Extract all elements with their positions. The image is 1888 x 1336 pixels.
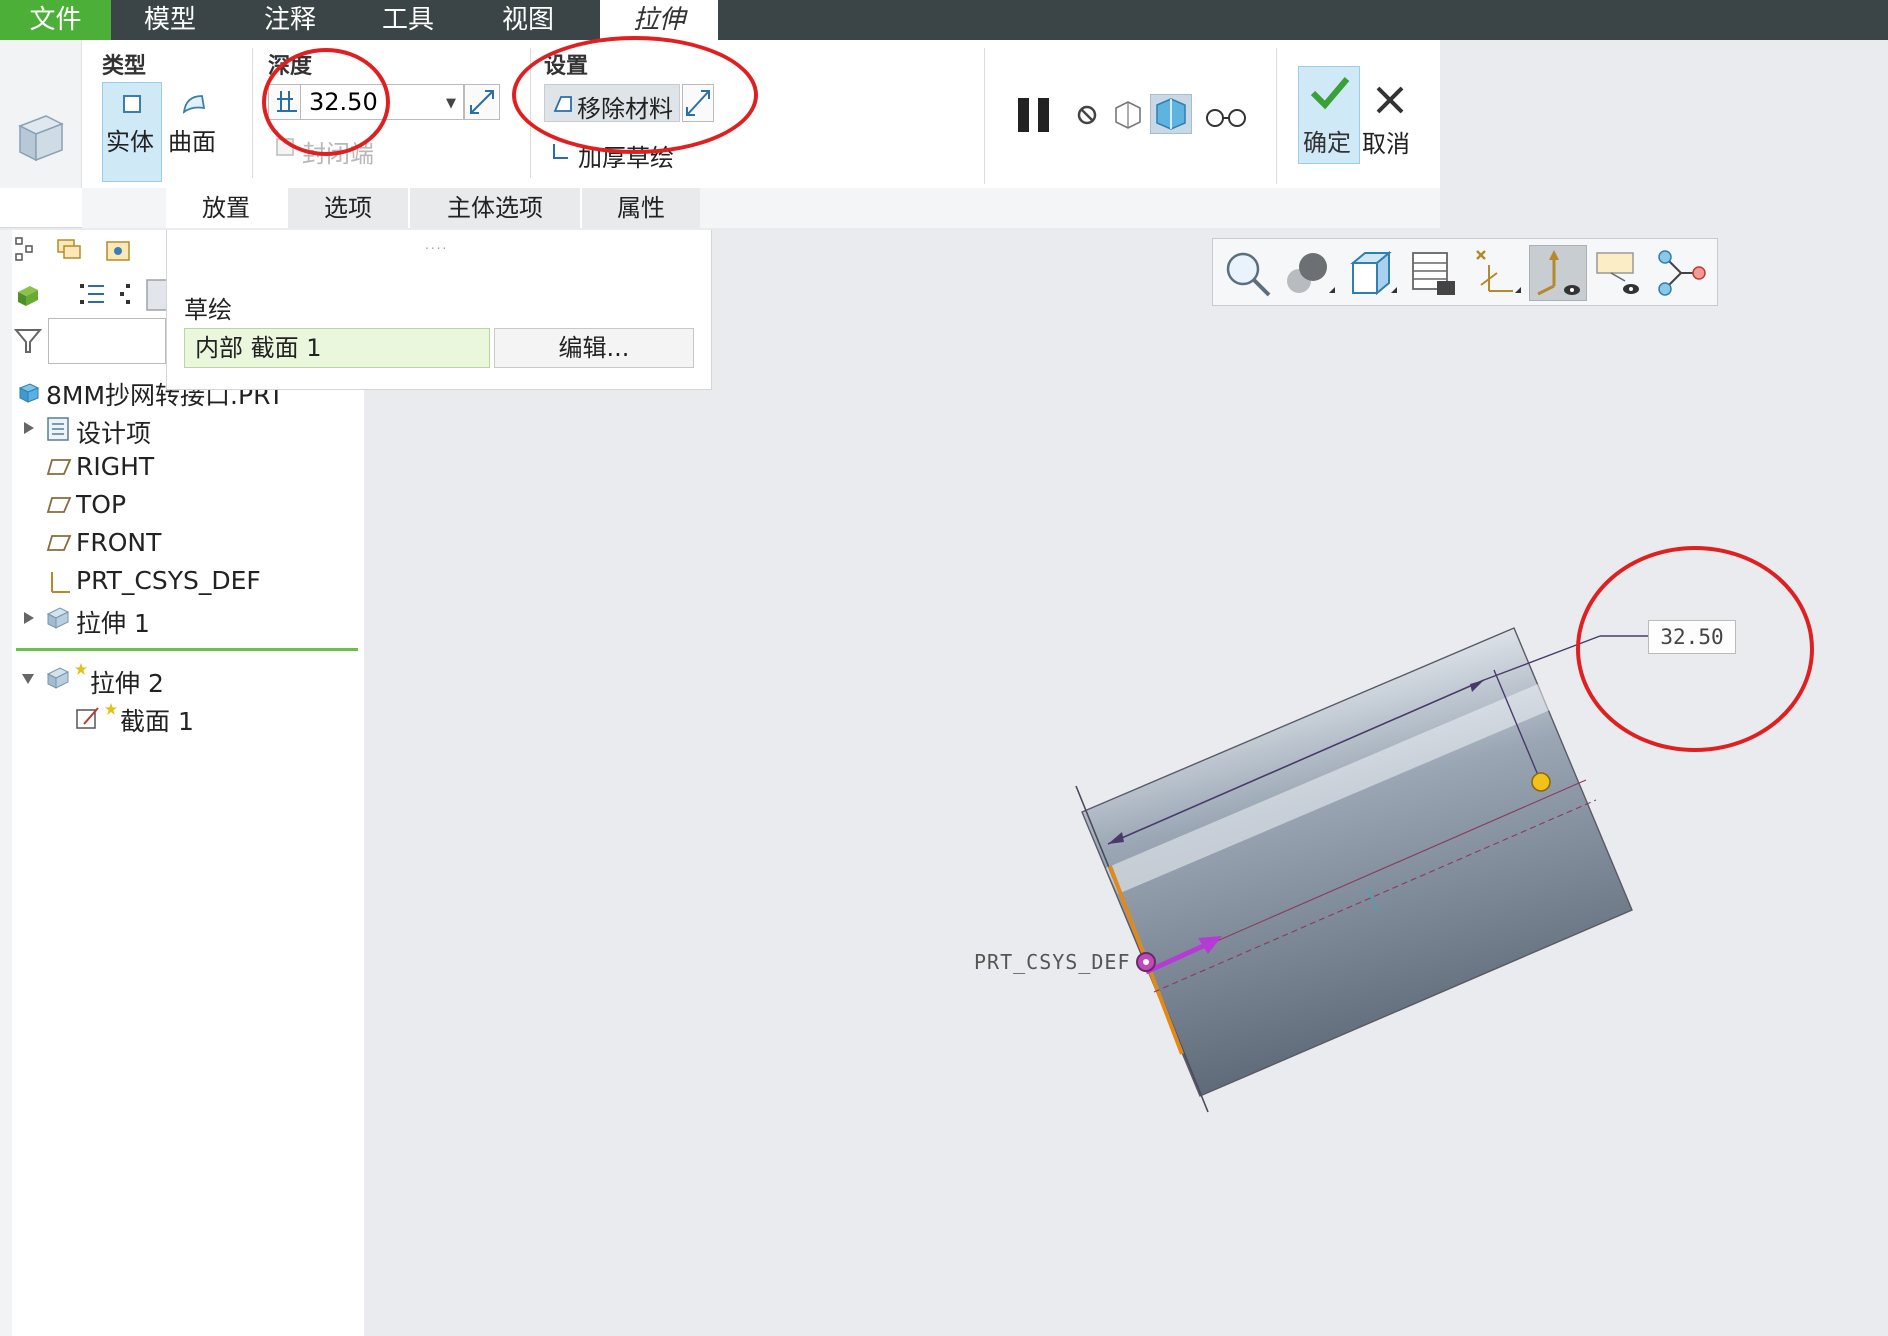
extrude-feature-icon xyxy=(18,115,64,162)
tree-item-right[interactable]: RIGHT xyxy=(76,452,154,481)
annotation-circle xyxy=(262,48,390,156)
saved-views-button[interactable] xyxy=(1343,245,1401,301)
tab-properties[interactable]: 属性 xyxy=(580,188,700,228)
pause-icon[interactable] xyxy=(1016,96,1054,134)
extrude-icon xyxy=(46,607,70,629)
menu-tab-model[interactable]: 模型 xyxy=(118,0,222,40)
shading-icon xyxy=(1287,253,1335,293)
type-group-title: 类型 xyxy=(102,54,147,79)
tree-item-csys[interactable]: PRT_CSYS_DEF xyxy=(76,566,261,595)
tree-item-design[interactable]: 设计项 xyxy=(76,414,151,450)
tab-body-options[interactable]: 主体选项 xyxy=(408,188,580,228)
view-manager-button[interactable] xyxy=(1405,245,1463,301)
tab-placement[interactable]: 放置 xyxy=(166,188,286,228)
geometry-preview-icon[interactable] xyxy=(1110,96,1146,132)
no-preview-icon[interactable] xyxy=(1074,102,1100,128)
model-preview[interactable] xyxy=(960,600,1660,1120)
datum-display-icon xyxy=(1476,250,1521,293)
insert-indicator[interactable] xyxy=(16,648,358,651)
flip-direction-icon xyxy=(470,90,494,114)
flip-depth-direction-button[interactable] xyxy=(464,84,500,120)
expand-arrow-icon[interactable] xyxy=(22,610,36,626)
datum-plane-icon xyxy=(46,497,72,513)
section-collector[interactable]: 内部 截面 1 xyxy=(184,328,490,368)
ok-label: 确定 xyxy=(1303,129,1351,157)
tree-item-extrude-1[interactable]: 拉伸 1 xyxy=(76,604,150,640)
part-icon xyxy=(18,383,40,403)
ok-button[interactable]: 确定 xyxy=(1298,66,1360,164)
expand-arrow-icon[interactable] xyxy=(22,420,36,436)
extrude-icon xyxy=(46,667,70,689)
ribbon-divider xyxy=(984,48,985,184)
menu-tab-extrude[interactable]: 拉伸 xyxy=(600,0,718,40)
show-icon[interactable] xyxy=(14,282,42,310)
surface-label: 曲面 xyxy=(168,128,216,156)
datum-plane-icon xyxy=(46,535,72,551)
sketch-icon xyxy=(76,707,99,729)
annotation-display-button[interactable] xyxy=(1529,245,1587,301)
ribbon-divider xyxy=(252,48,253,178)
annotation-visibility-icon xyxy=(1596,252,1639,294)
display-style-button[interactable] xyxy=(1281,245,1339,301)
spin-center-icon xyxy=(1658,250,1706,296)
datum-display-button[interactable] xyxy=(1467,245,1525,301)
panel-edge xyxy=(0,230,12,1336)
saved-view-cube-icon xyxy=(1350,250,1397,296)
glasses-icon[interactable] xyxy=(1204,102,1248,130)
datum-plane-icon xyxy=(46,459,72,475)
menu-tab-tools[interactable]: 工具 xyxy=(356,0,460,40)
new-feature-star-icon xyxy=(105,703,117,715)
verify-mode-icon xyxy=(1156,98,1186,130)
zoom-button[interactable] xyxy=(1219,245,1277,301)
csys-label: PRT_CSYS_DEF xyxy=(974,950,1131,974)
menu-tab-view[interactable]: 视图 xyxy=(476,0,580,40)
collapse-arrow-icon[interactable] xyxy=(20,672,36,686)
favorites-tab-icon[interactable] xyxy=(104,236,132,264)
graphics-toolbar xyxy=(1212,238,1718,306)
view-manager-icon xyxy=(1412,252,1455,295)
tree-columns-icon[interactable] xyxy=(146,278,168,312)
annotation-circle xyxy=(512,36,758,154)
spin-center-button[interactable] xyxy=(1653,245,1711,301)
solid-label: 实体 xyxy=(106,128,154,156)
tree-item-section-1[interactable]: 截面 1 xyxy=(120,702,194,738)
check-icon xyxy=(1310,77,1350,110)
menu-tab-annotate[interactable]: 注释 xyxy=(238,0,342,40)
depth-dropdown-caret[interactable]: ▼ xyxy=(446,96,456,111)
filter-icon[interactable] xyxy=(14,326,42,356)
tab-options[interactable]: 选项 xyxy=(286,188,408,228)
layers-tab-icon[interactable] xyxy=(54,236,84,264)
close-icon[interactable] xyxy=(1374,84,1406,116)
tree-item-front[interactable]: FRONT xyxy=(76,528,161,557)
solid-icon xyxy=(123,95,141,113)
panel-grip[interactable]: .... xyxy=(425,238,448,252)
design-items-icon xyxy=(47,417,69,441)
ribbon-divider xyxy=(1276,48,1277,184)
model-tree-tab-icon[interactable] xyxy=(14,236,38,264)
tree-search-input[interactable] xyxy=(48,318,166,364)
csys-icon xyxy=(51,572,70,593)
new-feature-star-icon xyxy=(75,663,87,675)
annotation-circle xyxy=(1576,546,1814,752)
sketch-label: 草绘 xyxy=(184,296,232,324)
verify-preview-button[interactable] xyxy=(1150,94,1192,134)
menu-tab-file[interactable]: 文件 xyxy=(0,0,111,40)
tree-item-top[interactable]: TOP xyxy=(76,490,126,519)
surface-icon xyxy=(182,95,206,114)
tree-item-extrude-2[interactable]: 拉伸 2 xyxy=(90,664,164,700)
tree-filter-columns-icon[interactable] xyxy=(116,280,138,310)
csys-display-icon xyxy=(1537,250,1580,296)
zoom-icon xyxy=(1226,252,1271,297)
tree-settings-icon[interactable] xyxy=(78,280,106,310)
cancel-button[interactable]: 取消 xyxy=(1362,124,1410,159)
edit-sketch-button[interactable]: 编辑... xyxy=(494,328,694,368)
annotation-visibility-button[interactable] xyxy=(1591,245,1649,301)
